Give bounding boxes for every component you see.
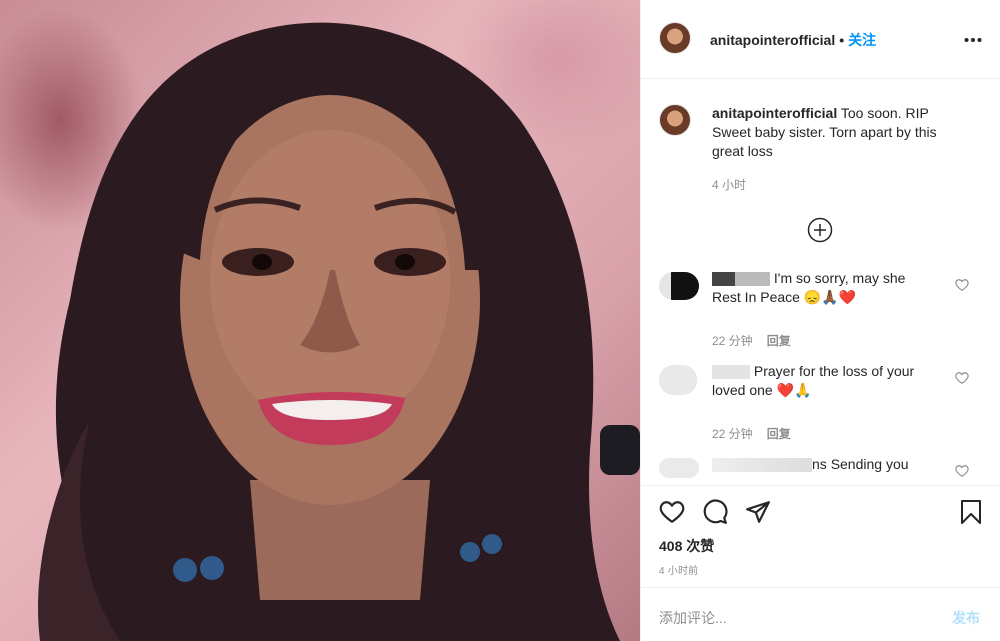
- post-side-panel: anitapointerofficial • 关注 anitapointeroffi…: [640, 0, 1000, 641]
- post-comment-button[interactable]: 发布: [952, 608, 980, 628]
- caption-text: anitapointerofficial Too soon. RIP Sweet…: [712, 104, 962, 161]
- load-more-comments-icon[interactable]: [807, 217, 833, 243]
- share-send-icon[interactable]: [745, 499, 771, 525]
- comments-list[interactable]: anitapointerofficial Too soon. RIP Sweet…: [641, 80, 1000, 485]
- comment-meta: 22 分钟 回复: [712, 332, 791, 349]
- commenter-username-blurred[interactable]: [712, 458, 812, 473]
- author-avatar[interactable]: [659, 22, 691, 54]
- comment-item: I'm so sorry, may she Rest In Peace 😞🙏🏾❤…: [659, 269, 989, 352]
- caption-time: 4 小时: [712, 178, 747, 192]
- separator-dot: •: [839, 32, 845, 48]
- comment-meta: 22 分钟 回复: [712, 425, 791, 442]
- bookmark-save-icon[interactable]: [959, 499, 983, 525]
- reply-button[interactable]: 回复: [767, 334, 791, 348]
- add-comment-bar: 添加评论... 发布: [641, 587, 1000, 641]
- commenter-avatar[interactable]: [659, 272, 699, 300]
- post-header: anitapointerofficial • 关注: [641, 0, 1000, 79]
- portrait-illustration: [38, 22, 640, 641]
- likes-count[interactable]: 408 次赞: [659, 536, 714, 556]
- add-comment-input[interactable]: 添加评论...: [659, 608, 727, 628]
- commenter-avatar[interactable]: [659, 458, 699, 478]
- comment-emojis: 😞🙏🏾❤️: [803, 289, 857, 305]
- more-options-icon[interactable]: [964, 29, 982, 51]
- comment-body: Sending you: [830, 456, 909, 472]
- comment-like-heart-icon[interactable]: [955, 371, 969, 385]
- commenter-username-blurred[interactable]: [712, 365, 750, 380]
- comment-like-heart-icon[interactable]: [955, 278, 969, 292]
- comment-text: Prayer for the loss of your loved one ❤️…: [712, 362, 937, 400]
- comment-like-heart-icon[interactable]: [955, 464, 969, 478]
- author-line: anitapointerofficial • 关注: [710, 30, 876, 50]
- post-photo[interactable]: [0, 0, 640, 641]
- comment-text: ns Sending you: [712, 455, 937, 474]
- commenter-avatar[interactable]: [659, 365, 697, 395]
- comment-text: I'm so sorry, may she Rest In Peace 😞🙏🏾❤…: [712, 269, 937, 307]
- author-username[interactable]: anitapointerofficial: [710, 32, 835, 48]
- comment-time: 22 分钟: [712, 334, 753, 348]
- reply-button[interactable]: 回复: [767, 427, 791, 441]
- comment-time: 22 分钟: [712, 427, 753, 441]
- caption-username[interactable]: anitapointerofficial: [712, 105, 837, 121]
- commenter-username-partial[interactable]: ns: [812, 456, 827, 472]
- like-heart-icon[interactable]: [659, 499, 685, 525]
- post-timestamp[interactable]: 4 小时前: [659, 562, 698, 577]
- follow-button[interactable]: 关注: [848, 32, 876, 48]
- comment-item: ns Sending you: [659, 455, 989, 485]
- commenter-username-blurred[interactable]: [712, 272, 770, 287]
- comment-emojis: ❤️🙏: [776, 382, 812, 398]
- comment-item: Prayer for the loss of your loved one ❤️…: [659, 362, 989, 445]
- caption-avatar[interactable]: [659, 104, 691, 136]
- comment-bubble-icon[interactable]: [702, 499, 728, 525]
- post-actions: 408 次赞 4 小时前: [641, 485, 1000, 587]
